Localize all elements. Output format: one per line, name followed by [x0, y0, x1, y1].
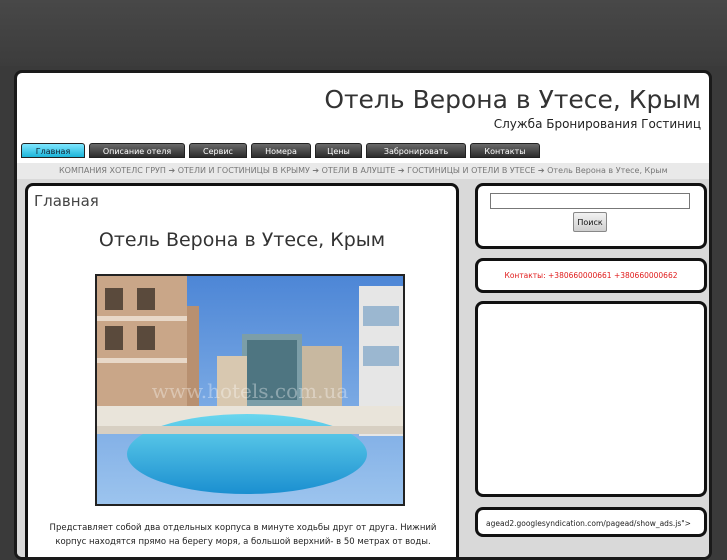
- search-widget: Поиск: [475, 183, 707, 249]
- search-input[interactable]: [490, 193, 690, 209]
- ad-script-text: agead2.googlesyndication.com/pagead/show…: [486, 519, 691, 528]
- nav-tab-home[interactable]: Главная: [21, 143, 85, 158]
- page-container: Отель Верона в Утесе, Крым Служба Бронир…: [14, 70, 712, 560]
- nav-tab-prices[interactable]: Цены: [315, 143, 362, 158]
- site-title: Отель Верона в Утесе, Крым: [324, 85, 701, 114]
- nav-tab-contacts[interactable]: Контакты: [470, 143, 540, 158]
- contacts-widget: Контакты: +380660000661 +380660000662: [475, 258, 707, 293]
- contacts-phones: Контакты: +380660000661 +380660000662: [504, 271, 678, 280]
- nav-tab-booking[interactable]: Забронировать: [366, 143, 466, 158]
- main-content-panel: Главная Отель Верона в Утесе, Крым www.h…: [25, 183, 459, 557]
- site-subtitle: Служба Бронирования Гостиниц: [493, 117, 701, 131]
- hotel-photo: www.hotels.com.ua: [95, 274, 405, 506]
- photo-watermark: www.hotels.com.ua: [152, 379, 349, 403]
- nav-tab-hotel-description[interactable]: Описание отеля: [89, 143, 185, 158]
- ad-slot: [475, 301, 707, 497]
- nav-tab-service[interactable]: Сервис: [189, 143, 247, 158]
- breadcrumb[interactable]: КОМПАНИЯ ХОТЕЛС ГРУП ➔ ОТЕЛИ И ГОСТИНИЦЫ…: [17, 163, 709, 179]
- nav-tab-rooms[interactable]: Номера: [251, 143, 311, 158]
- search-button[interactable]: Поиск: [573, 212, 607, 232]
- main-nav: Главная Описание отеля Сервис Номера Цен…: [21, 143, 540, 159]
- hotel-title: Отель Верона в Утесе, Крым: [98, 229, 386, 251]
- ad-script-widget: agead2.googlesyndication.com/pagead/show…: [475, 507, 707, 537]
- left-edge: [0, 70, 14, 545]
- page-heading: Главная: [34, 192, 99, 210]
- top-band: [0, 0, 727, 66]
